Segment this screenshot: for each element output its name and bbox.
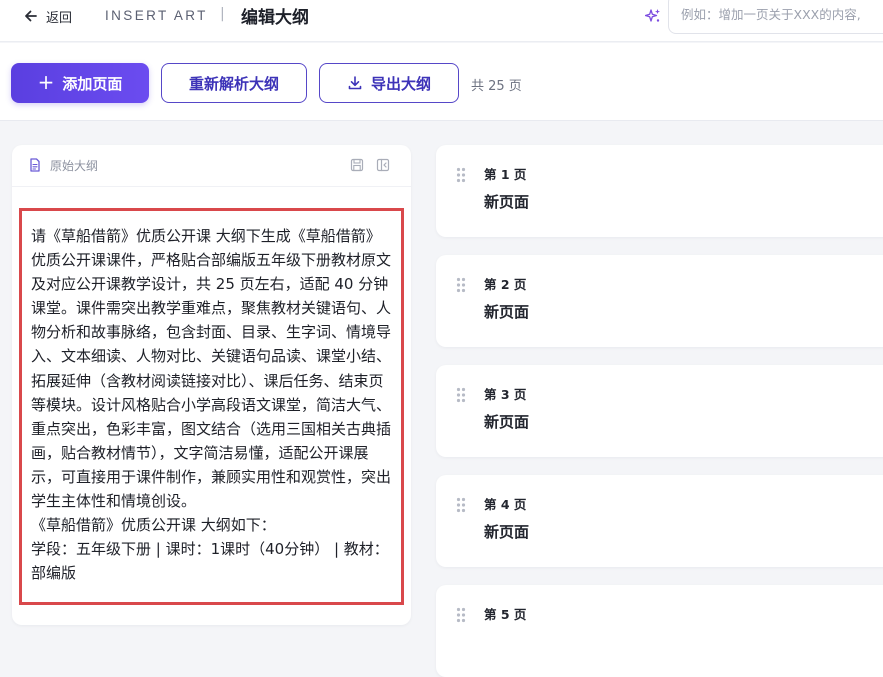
page-card[interactable]: 第 1 页 新页面 — [436, 145, 883, 237]
back-label: 返回 — [46, 10, 73, 26]
page-number: 第 4 页 — [484, 497, 527, 512]
export-outline-label: 导出大纲 — [370, 74, 431, 93]
outline-text-editor[interactable]: 请《草船借箭》优质公开课 大纲下生成《草船借箭》优质公开课课件，严格贴合部编版五… — [19, 208, 404, 605]
collapse-panel-icon[interactable] — [376, 158, 390, 172]
page-title-text[interactable]: 新页面 — [484, 191, 529, 212]
page-card[interactable]: 第 3 页 新页面 — [436, 365, 883, 457]
brand-logo-text: INSERT ART — [105, 8, 208, 23]
header-separator: | — [220, 6, 225, 22]
page-title-text[interactable]: 新页面 — [484, 521, 529, 542]
page-title: 编辑大纲 — [241, 8, 309, 28]
add-page-button[interactable]: + 添加页面 — [11, 63, 149, 103]
page-number: 第 1 页 — [484, 167, 527, 182]
original-outline-panel: 原始大纲 请《草船借箭》优质公开课 大纲下生成《草船借箭》优质公开课课件，严格贴… — [12, 145, 411, 625]
drag-handle-icon[interactable] — [456, 167, 466, 183]
back-button[interactable]: 返回 — [22, 6, 72, 26]
drag-handle-icon[interactable] — [456, 497, 466, 513]
add-page-label: 添加页面 — [62, 74, 123, 93]
page-card[interactable]: 第 2 页 新页面 — [436, 255, 883, 347]
drag-handle-icon[interactable] — [456, 387, 466, 403]
page-card-list: 第 1 页 新页面 第 2 页 新页面 第 3 页 新页面 第 4 页 新页面 — [436, 0, 883, 677]
download-icon — [348, 76, 362, 90]
reparse-outline-button[interactable]: 重新解析大纲 — [161, 63, 307, 103]
drag-handle-icon[interactable] — [456, 277, 466, 293]
drag-handle-icon[interactable] — [456, 607, 466, 623]
document-icon — [30, 158, 40, 172]
save-icon[interactable] — [350, 158, 364, 172]
page-card[interactable]: 第 5 页 — [436, 585, 883, 677]
outline-panel-header: 原始大纲 — [12, 145, 411, 187]
outline-panel-title: 原始大纲 — [50, 159, 99, 173]
plus-icon: + — [37, 70, 55, 94]
page-number: 第 2 页 — [484, 277, 527, 292]
arrow-left-icon — [25, 10, 37, 22]
page-title-text[interactable]: 新页面 — [484, 301, 529, 322]
reparse-outline-label: 重新解析大纲 — [188, 74, 279, 93]
page-card[interactable]: 第 4 页 新页面 — [436, 475, 883, 567]
page-number: 第 3 页 — [484, 387, 527, 402]
page-title-text[interactable]: 新页面 — [484, 411, 529, 432]
